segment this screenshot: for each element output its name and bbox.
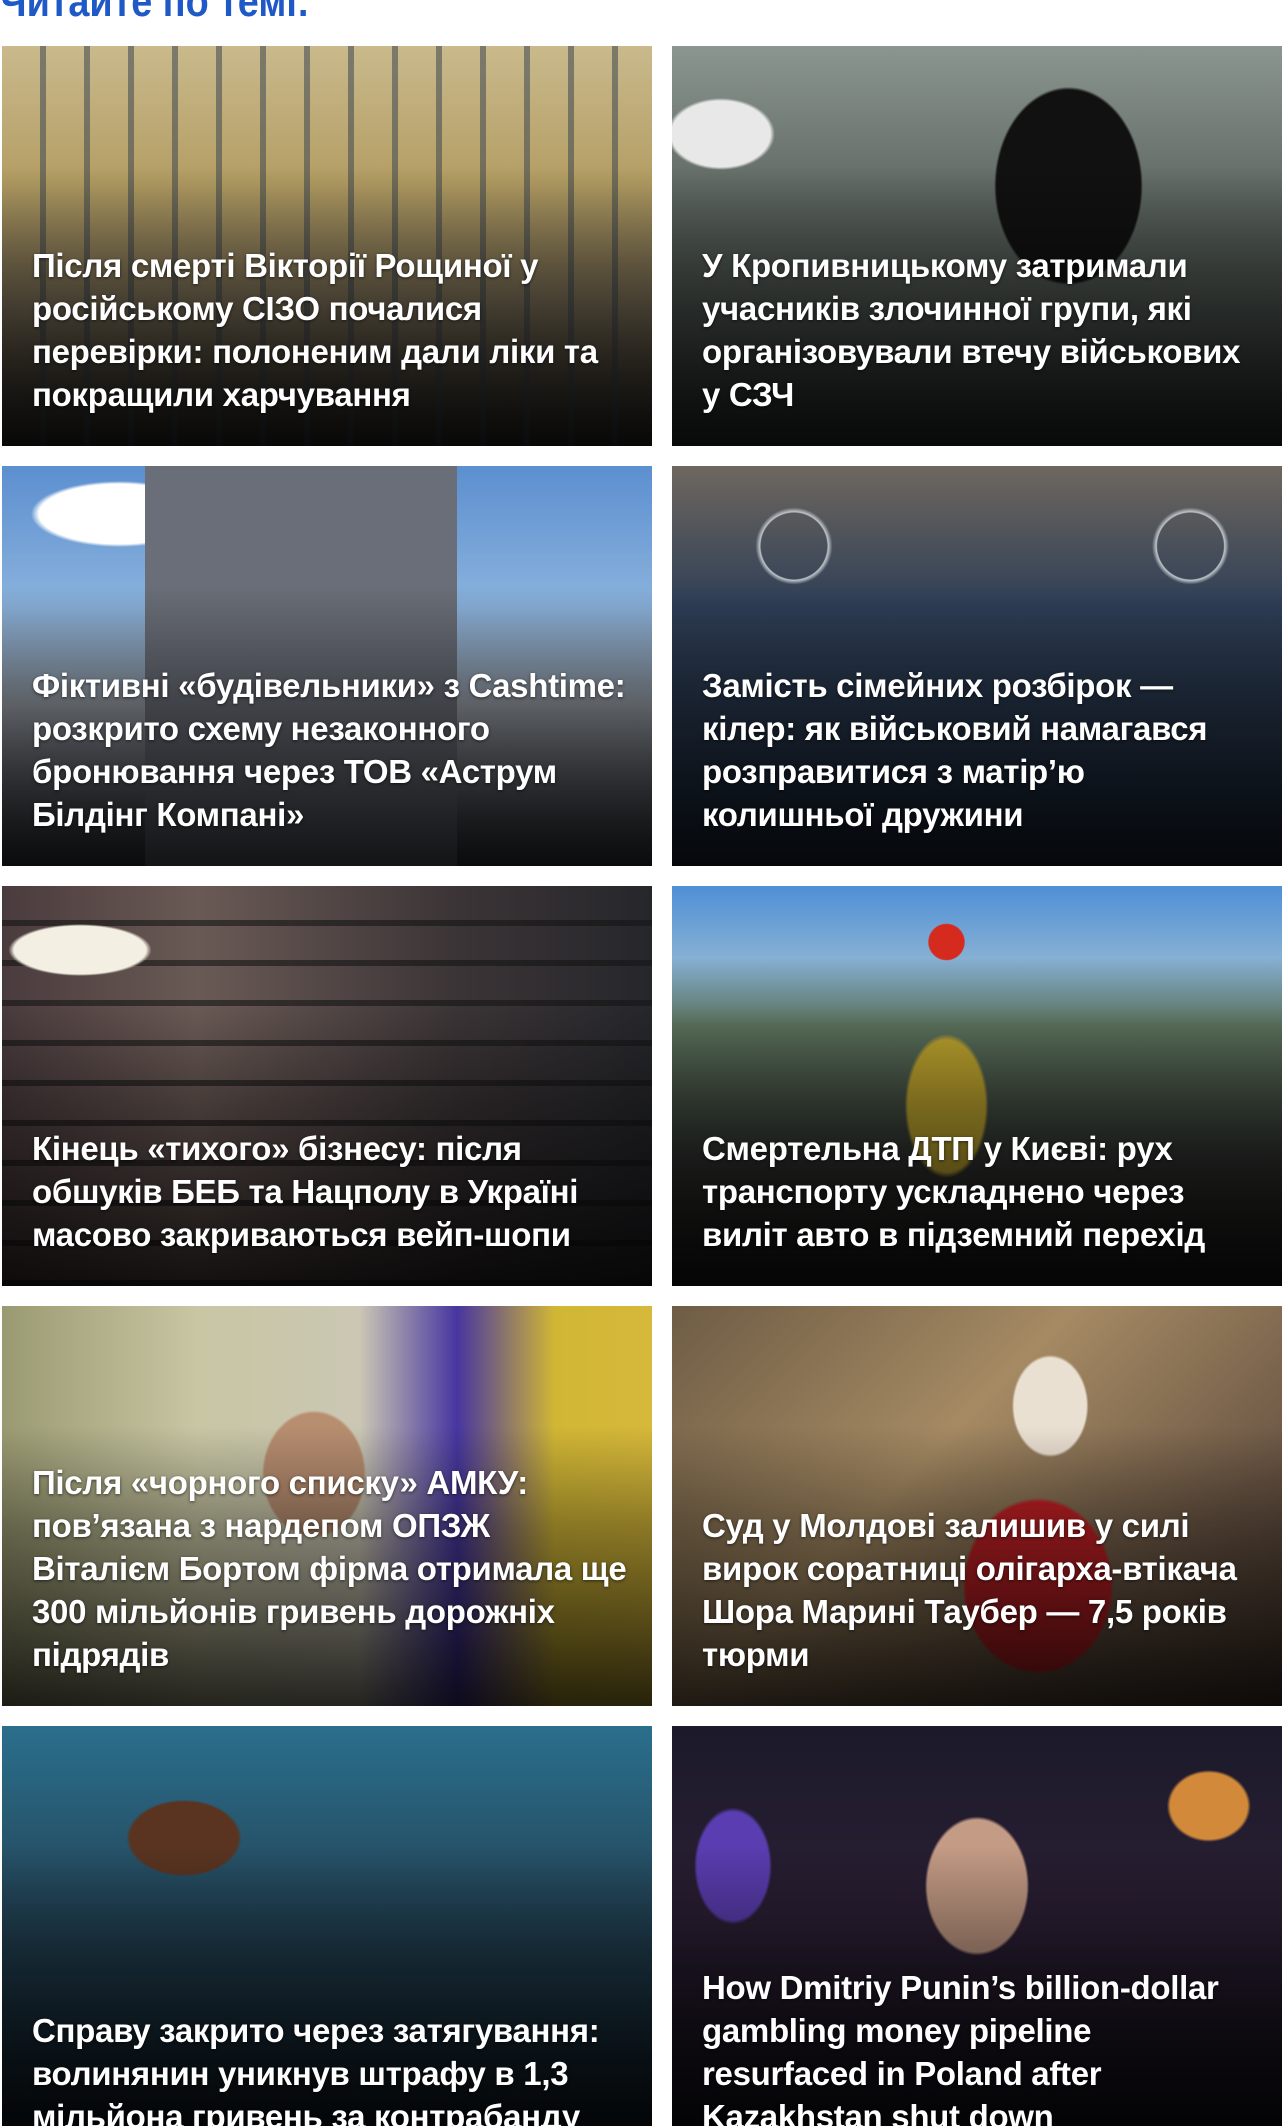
article-card[interactable]: Суд у Молдові залишив у силі вирок сорат… (672, 1306, 1282, 1706)
article-title[interactable]: Смертельна ДТП у Києві: рух транспорту у… (702, 1127, 1258, 1256)
article-title[interactable]: Кінець «тихого» бізнесу: після обшуків Б… (32, 1127, 628, 1256)
article-title[interactable]: Після «чорного списку» АМКУ: пов’язана з… (32, 1461, 628, 1676)
section-title: Читайте по темі: (0, 0, 310, 26)
article-title[interactable]: У Кропивницькому затримали учасників зло… (702, 244, 1258, 416)
article-title[interactable]: Справу закрито через затягування: волиня… (32, 2009, 628, 2126)
article-card[interactable]: Смертельна ДТП у Києві: рух транспорту у… (672, 886, 1282, 1286)
article-card[interactable]: How Dmitriy Punin’s billion-dollar gambl… (672, 1726, 1282, 2126)
article-title[interactable]: Суд у Молдові залишив у силі вирок сорат… (702, 1504, 1258, 1676)
article-card[interactable]: Фіктивні «будівельники» з Cashtime: розк… (2, 466, 652, 866)
article-card[interactable]: Після смерті Вікторії Рощиної у російськ… (2, 46, 652, 446)
article-card[interactable]: У Кропивницькому затримали учасників зло… (672, 46, 1282, 446)
article-card[interactable]: Замість сімейних розбірок — кілер: як ві… (672, 466, 1282, 866)
article-title[interactable]: How Dmitriy Punin’s billion-dollar gambl… (702, 1966, 1258, 2126)
article-title[interactable]: Замість сімейних розбірок — кілер: як ві… (702, 664, 1258, 836)
related-articles-grid: Після смерті Вікторії Рощиної у російськ… (2, 46, 1282, 2126)
article-title[interactable]: Після смерті Вікторії Рощиної у російськ… (32, 244, 628, 416)
article-card[interactable]: Справу закрито через затягування: волиня… (2, 1726, 652, 2126)
article-card[interactable]: Після «чорного списку» АМКУ: пов’язана з… (2, 1306, 652, 1706)
article-title[interactable]: Фіктивні «будівельники» з Cashtime: розк… (32, 664, 628, 836)
article-card[interactable]: Кінець «тихого» бізнесу: після обшуків Б… (2, 886, 652, 1286)
